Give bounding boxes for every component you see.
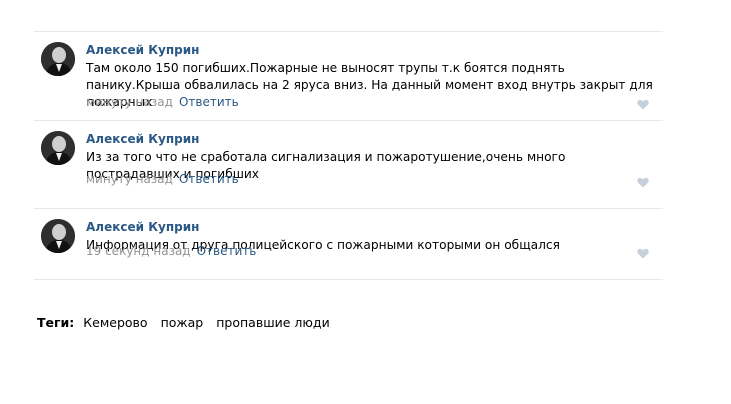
comment-meta: 19 секунд назад Ответить [86,244,256,258]
comment: Алексей Куприн Информация от друга полиц… [34,208,663,280]
comment-author[interactable]: Алексей Куприн [86,220,199,234]
tags-row: Теги: Кемерово пожар пропавшие люди [37,315,330,330]
tags-label: Теги: [37,315,75,330]
heart-icon[interactable] [637,248,649,259]
heart-icon[interactable] [637,99,649,110]
comment-time[interactable]: минуту назад [86,95,173,109]
avatar[interactable] [41,131,75,165]
avatar[interactable] [41,219,75,253]
reply-button[interactable]: Ответить [197,244,257,258]
avatar[interactable] [41,42,75,76]
comment: Алексей Куприн Там около 150 погибших.По… [34,31,663,120]
tag-link[interactable]: пожар [161,315,204,330]
comment-meta: минуту назад Ответить [86,95,239,109]
tag-link[interactable]: Кемерово [83,315,147,330]
comment-author[interactable]: Алексей Куприн [86,43,199,57]
comment-author[interactable]: Алексей Куприн [86,132,199,146]
comment-meta: минуту назад Ответить [86,172,239,186]
comment-time[interactable]: минуту назад [86,172,173,186]
comments-list: Алексей Куприн Там около 150 погибших.По… [34,31,663,280]
tag-link[interactable]: пропавшие люди [216,315,329,330]
comment: Алексей Куприн Из за того что не сработа… [34,120,663,208]
reply-button[interactable]: Ответить [179,95,239,109]
reply-button[interactable]: Ответить [179,172,239,186]
heart-icon[interactable] [637,177,649,188]
comment-time[interactable]: 19 секунд назад [86,244,191,258]
